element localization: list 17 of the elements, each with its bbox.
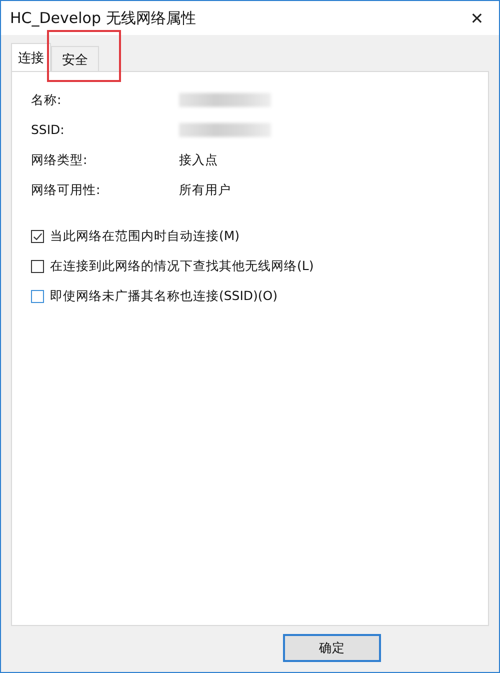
ok-button[interactable]: 确定 [283, 634, 381, 662]
property-label: 网络类型: [31, 152, 88, 168]
property-label: SSID: [31, 122, 66, 138]
checkbox[interactable] [31, 290, 44, 303]
property-value: 所有用户 [179, 182, 232, 198]
checkbox[interactable] [31, 260, 44, 273]
checkbox-label[interactable]: 当此网络在范围内时自动连接(M) [50, 228, 240, 245]
tab[interactable]: 连接 [11, 43, 51, 71]
tab[interactable]: 安全 [51, 46, 99, 71]
checkbox[interactable] [31, 230, 44, 243]
property-value: 接入点 [179, 152, 219, 168]
checkbox-label[interactable]: 在连接到此网络的情况下查找其他无线网络(L) [50, 258, 314, 275]
close-button[interactable]: ✕ [455, 2, 499, 34]
window-title: HC_Develop 无线网络属性 [9, 8, 196, 28]
checkbox-label[interactable]: 即使网络未广播其名称也连接(SSID)(O) [50, 288, 278, 305]
property-label: 名称: [31, 92, 62, 108]
property-label: 网络可用性: [31, 182, 102, 198]
